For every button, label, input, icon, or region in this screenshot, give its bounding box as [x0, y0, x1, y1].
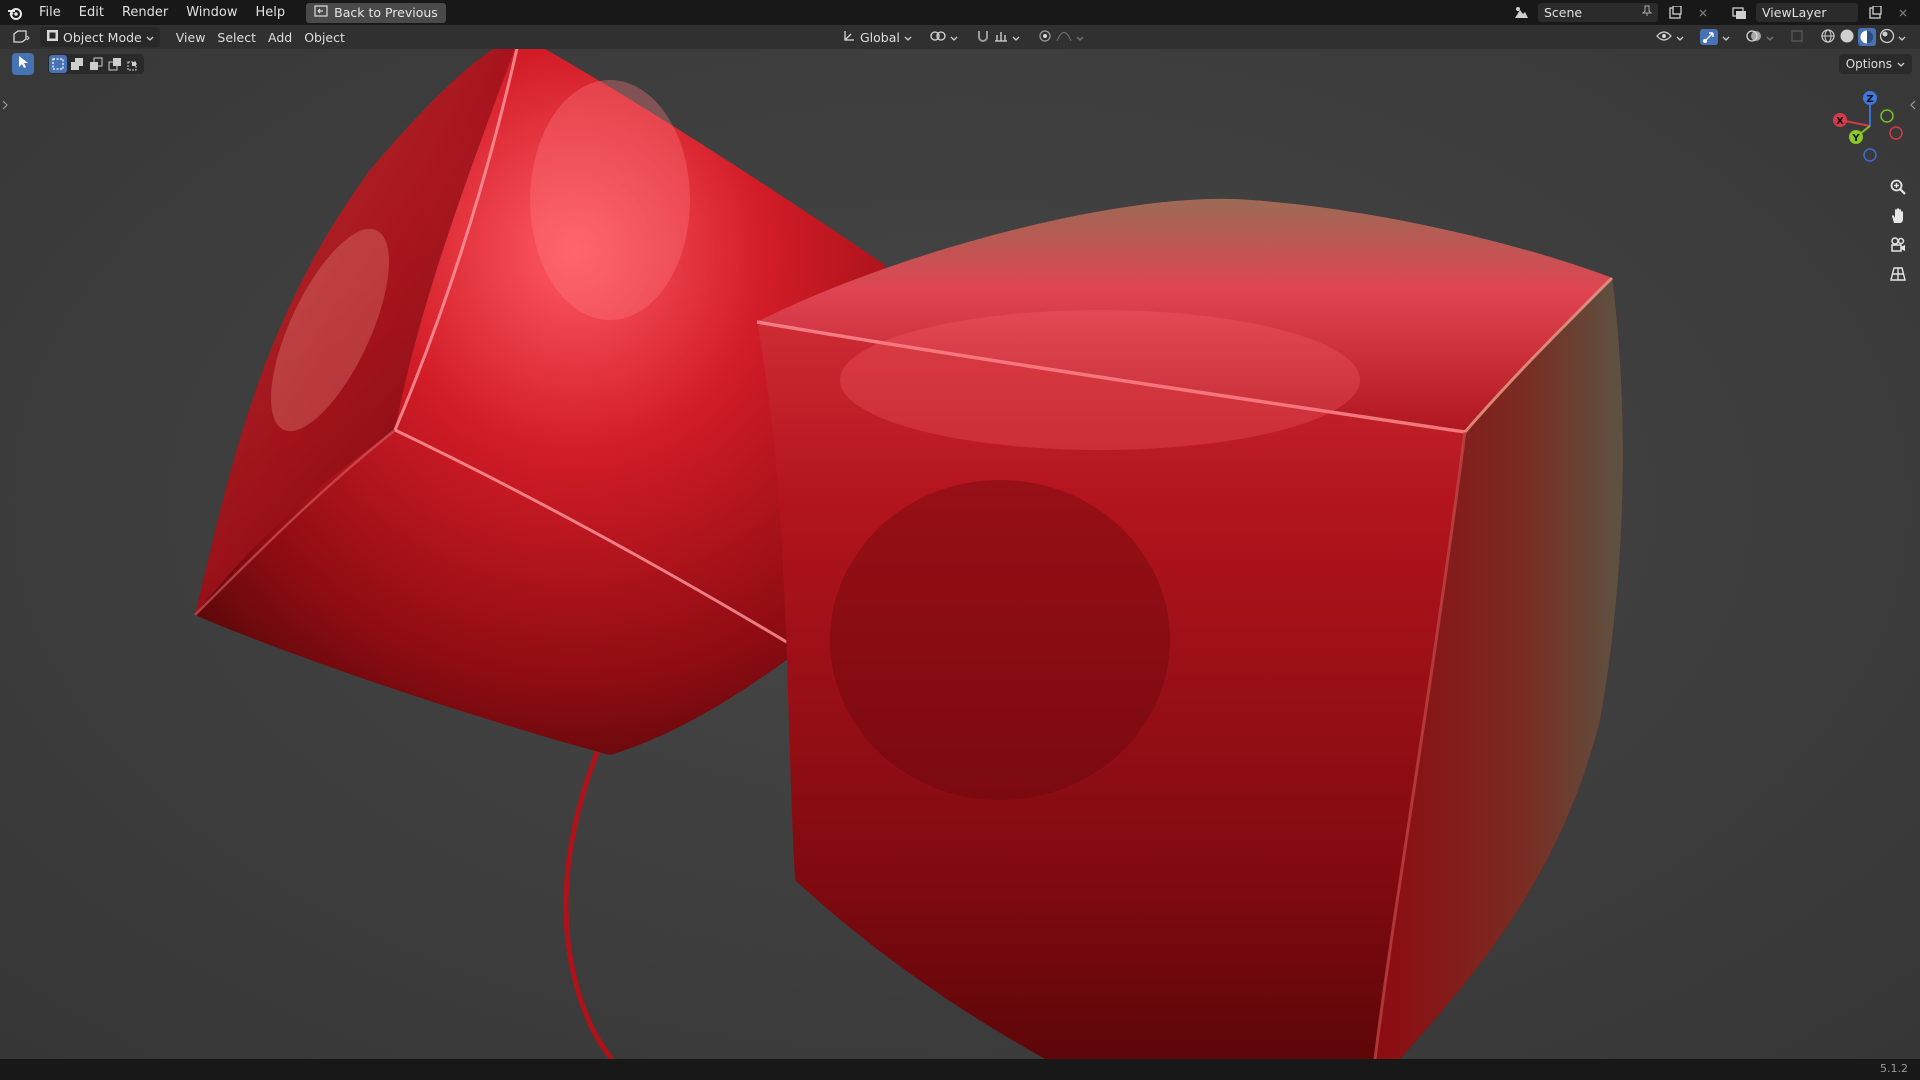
options-label: Options: [1845, 57, 1892, 71]
object-mode-dropdown[interactable]: Object Mode: [40, 27, 160, 47]
options-dropdown[interactable]: Options: [1838, 54, 1912, 74]
select-tool-button[interactable]: [12, 53, 34, 75]
chevron-down-icon: [950, 30, 958, 45]
chevron-down-icon[interactable]: [1898, 30, 1906, 45]
chevron-down-icon: [1897, 57, 1905, 71]
transform-tools: Global: [836, 27, 1090, 47]
new-view-layer-icon[interactable]: [1864, 3, 1886, 22]
orientation-axes-icon: [842, 29, 856, 46]
material-preview-shading-icon[interactable]: [1858, 28, 1876, 46]
delete-scene-icon[interactable]: [1692, 3, 1714, 22]
pin-icon[interactable]: [1641, 5, 1653, 20]
hand-pan-icon[interactable]: [1886, 204, 1910, 228]
object-mode-label: Object Mode: [63, 29, 142, 45]
tool-settings-row: [12, 53, 144, 75]
chevron-down-icon: [1076, 30, 1084, 45]
cursor-icon: [17, 55, 29, 73]
delete-view-layer-icon[interactable]: [1892, 3, 1914, 22]
top-right-controls: Scene ViewLayer: [1510, 0, 1920, 25]
version-label: 5.1.2: [1880, 1062, 1908, 1075]
gizmo-icon: [1700, 29, 1718, 45]
proportional-editing-toggle[interactable]: [1032, 27, 1090, 47]
top-bar: File Edit Render Window Help Back to Pre…: [0, 0, 1920, 25]
scene-name-field[interactable]: Scene: [1538, 3, 1658, 22]
menu-file[interactable]: File: [30, 0, 70, 25]
balloon-string: [563, 744, 614, 1059]
menu-window[interactable]: Window: [177, 0, 246, 25]
select-new-icon[interactable]: [49, 55, 67, 73]
viewport-display-tools: [1650, 27, 1912, 47]
editor-type-button[interactable]: [6, 27, 36, 47]
xray-toggle[interactable]: [1784, 27, 1810, 47]
status-bar: 5.1.2: [0, 1059, 1920, 1080]
chevron-down-icon: [1676, 30, 1684, 45]
right-sidebar-toggle-icon[interactable]: [1910, 100, 1918, 114]
visibility-dropdown[interactable]: [1650, 27, 1690, 47]
select-subtract-icon[interactable]: [87, 55, 105, 73]
selection-mode-group: [48, 54, 144, 74]
3d-viewport[interactable]: [0, 49, 1920, 1059]
navigation-gizmo[interactable]: Z X Y: [1830, 86, 1910, 166]
back-to-previous-button[interactable]: Back to Previous: [306, 2, 446, 23]
gizmo-z-label: Z: [1866, 94, 1873, 105]
rendered-shading-icon[interactable]: [1879, 28, 1895, 47]
select-extend-icon[interactable]: [68, 55, 86, 73]
chevron-down-icon: [1766, 30, 1774, 45]
wireframe-shading-icon[interactable]: [1820, 28, 1836, 47]
solid-shading-icon[interactable]: [1839, 28, 1855, 47]
object-mode-icon: [46, 29, 59, 45]
back-to-previous-label: Back to Previous: [334, 5, 438, 20]
menu-add[interactable]: Add: [262, 27, 298, 47]
gizmo-x-label: X: [1836, 116, 1844, 127]
menu-render[interactable]: Render: [113, 0, 177, 25]
pivot-link-icon: [930, 29, 946, 46]
overlays-icon: [1746, 29, 1762, 46]
shading-mode-group: [1814, 27, 1912, 47]
menu-object[interactable]: Object: [298, 27, 351, 47]
gizmo-y-label: Y: [1851, 133, 1860, 144]
blender-logo-icon[interactable]: [0, 0, 30, 25]
transform-orientation-dropdown[interactable]: Global: [836, 27, 918, 47]
new-scene-icon[interactable]: [1664, 3, 1686, 22]
menu-edit[interactable]: Edit: [70, 0, 113, 25]
back-screen-icon: [314, 5, 328, 20]
proportional-circle-icon: [1038, 29, 1052, 46]
left-sidebar-toggle-icon[interactable]: [2, 100, 10, 114]
snap-increment-icon: [994, 29, 1008, 46]
view-layer-selector-icon[interactable]: [1728, 3, 1750, 22]
overlays-toggle[interactable]: [1740, 27, 1780, 47]
snap-toggle[interactable]: [970, 27, 1026, 47]
orientation-label: Global: [860, 29, 900, 45]
scene-selector-icon[interactable]: [1510, 3, 1532, 22]
gizmo-toggle[interactable]: [1694, 27, 1736, 47]
xray-icon: [1790, 29, 1804, 46]
right-balloon: [756, 198, 1623, 1059]
camera-icon[interactable]: [1886, 233, 1910, 257]
zoom-icon[interactable]: [1886, 175, 1910, 199]
view-layer-field[interactable]: ViewLayer: [1756, 3, 1858, 22]
select-intersect-icon[interactable]: [125, 55, 143, 73]
select-invert-icon[interactable]: [106, 55, 124, 73]
menu-select[interactable]: Select: [211, 27, 262, 47]
chevron-down-icon: [1012, 30, 1020, 45]
menu-help[interactable]: Help: [247, 0, 295, 25]
magnet-icon: [976, 29, 990, 46]
scene-name-text: Scene: [1544, 5, 1583, 20]
chevron-down-icon: [904, 30, 912, 45]
grid-perspective-icon[interactable]: [1886, 262, 1910, 286]
balloon-scene: [194, 49, 1623, 1059]
eye-select-icon: [1656, 30, 1672, 45]
pivot-point-dropdown[interactable]: [924, 27, 964, 47]
menu-view[interactable]: View: [170, 27, 212, 47]
falloff-curve-icon: [1056, 30, 1072, 45]
view-layer-text: ViewLayer: [1762, 5, 1827, 20]
chevron-down-icon: [1722, 30, 1730, 45]
chevron-down-icon: [146, 30, 154, 45]
